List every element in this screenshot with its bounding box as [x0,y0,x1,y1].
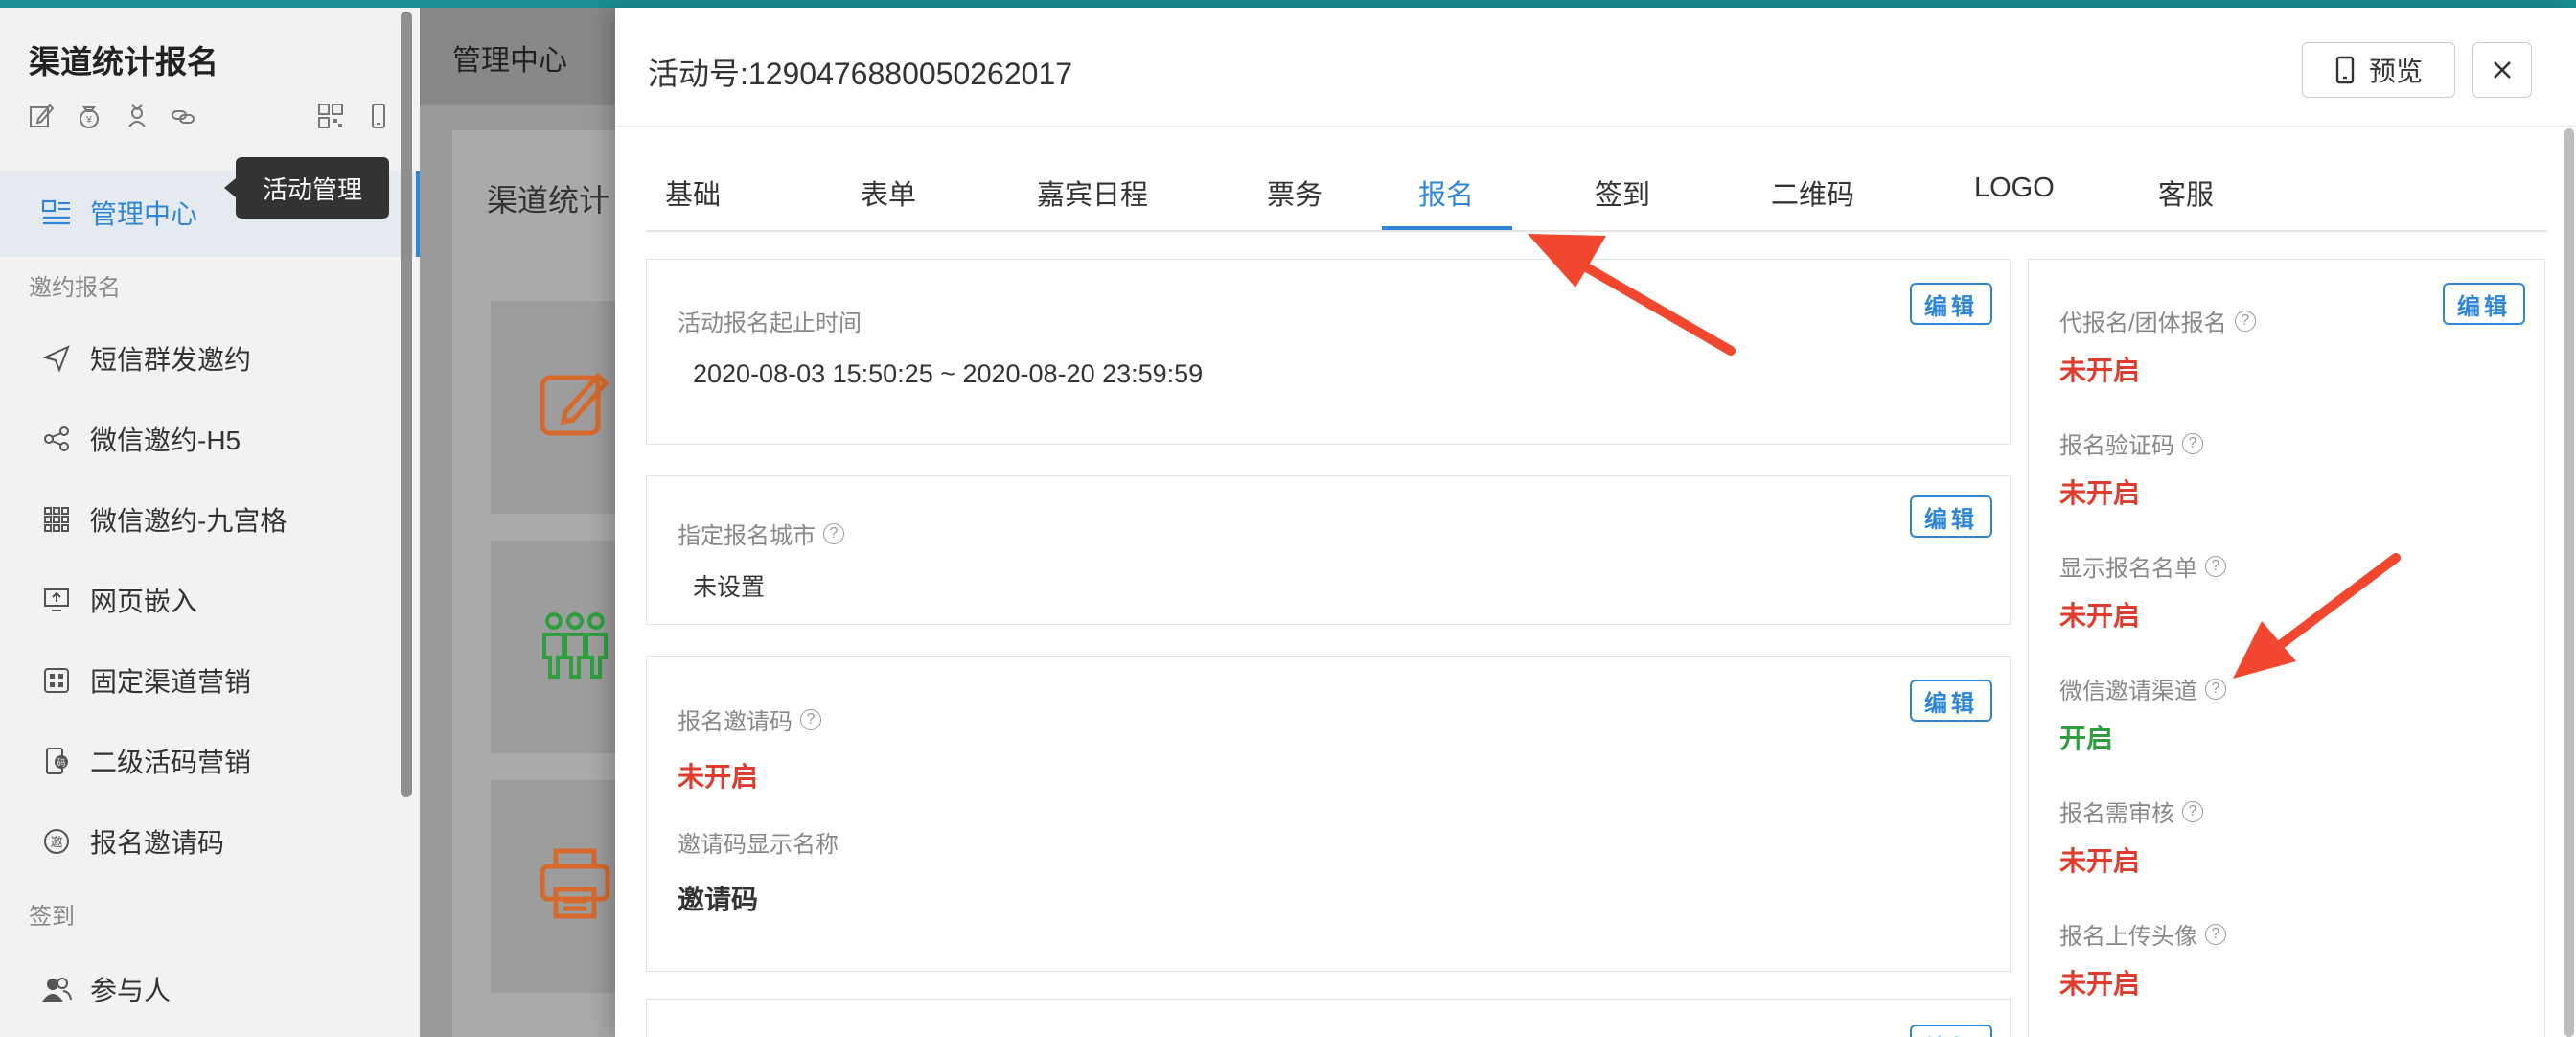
arrow-to-wechat-channel [2233,553,2401,679]
annotation-arrows [1528,234,2401,679]
arrow-to-registration-tab [1528,234,1736,356]
